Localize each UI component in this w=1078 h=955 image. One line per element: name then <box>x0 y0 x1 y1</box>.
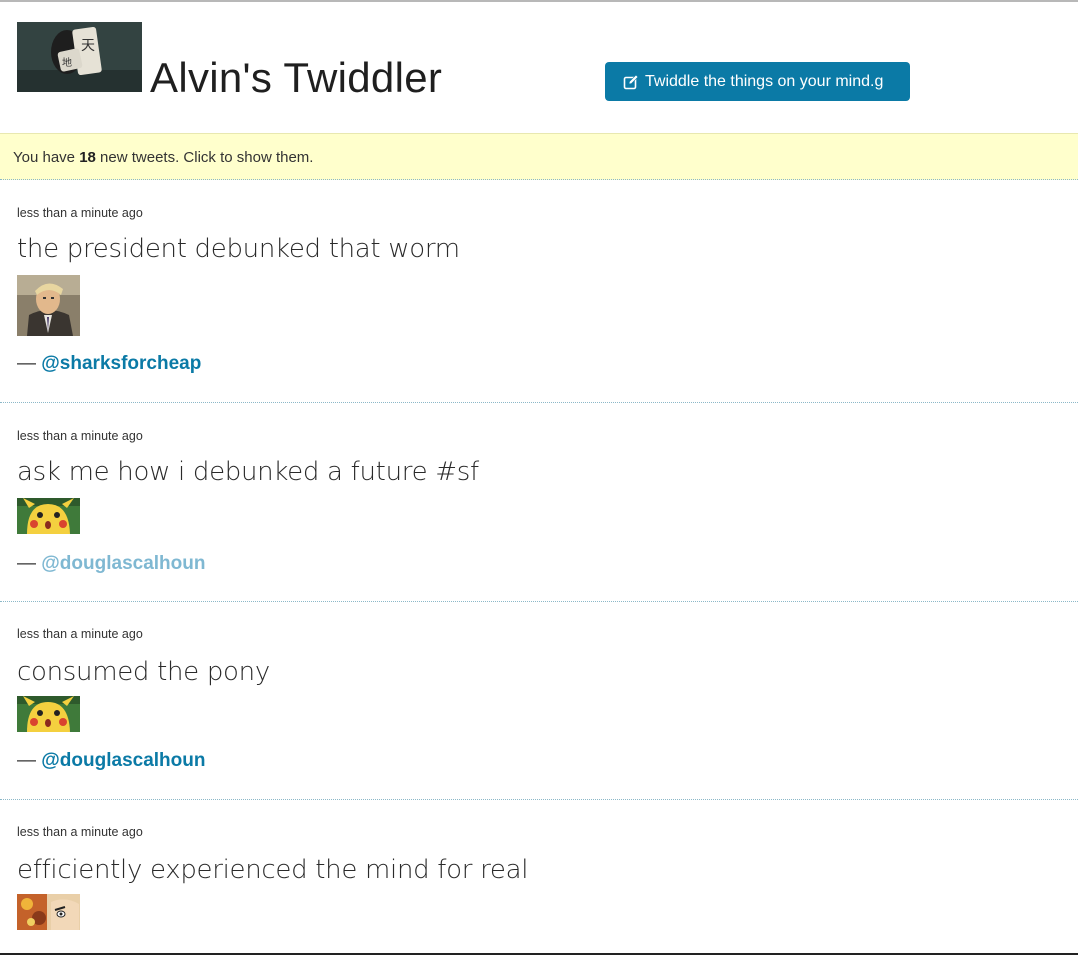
tweet-text: consumed the pony <box>17 657 270 687</box>
svg-text:地: 地 <box>62 56 72 69</box>
new-tweets-banner[interactable]: You have 18 new tweets. Click to show th… <box>0 133 1078 180</box>
compose-button-label: Twiddle the things on your mind.g <box>645 72 884 90</box>
author-link[interactable]: @douglascalhoun <box>41 553 205 574</box>
tweet: less than a minute ago consumed the pony… <box>0 602 1078 800</box>
banner-suffix: new tweets. Click to show them. <box>95 149 314 166</box>
header: 天 地 Alvin's Twiddler Twiddle the things … <box>0 2 1078 133</box>
tweet-author-line: — @douglascalhoun <box>17 750 206 771</box>
svg-text:天: 天 <box>81 38 95 54</box>
tweet-text: the president debunked that worm <box>17 234 460 264</box>
tweet: less than a minute ago ask me how i debu… <box>0 403 1078 602</box>
author-avatar <box>17 498 80 534</box>
page-title: Alvin's Twiddler <box>150 54 443 101</box>
logo-image: 天 地 <box>17 22 142 92</box>
tweet-author-line: — @sharksforcheap <box>17 353 202 374</box>
tweet-author-line: — @douglascalhoun <box>17 553 206 574</box>
tweet: less than a minute ago the president deb… <box>0 180 1078 403</box>
tweet-timestamp: less than a minute ago <box>17 627 143 641</box>
tweet: less than a minute ago efficiently exper… <box>0 800 1078 953</box>
tweet-timestamp: less than a minute ago <box>17 825 143 839</box>
tweet-text: ask me how i debunked a future #sf <box>17 457 479 487</box>
tweet-timestamp: less than a minute ago <box>17 429 143 443</box>
author-avatar <box>17 696 80 732</box>
author-avatar <box>17 894 80 930</box>
banner-prefix: You have <box>13 149 80 166</box>
tweet-timestamp: less than a minute ago <box>17 206 143 220</box>
new-tweet-count: 18 <box>79 149 96 166</box>
tweet-text: efficiently experienced the mind for rea… <box>17 855 529 885</box>
author-link[interactable]: @douglascalhoun <box>41 750 205 771</box>
author-link[interactable]: @sharksforcheap <box>41 353 201 374</box>
edit-icon <box>623 74 639 89</box>
author-avatar <box>17 275 80 336</box>
compose-tweet-button[interactable]: Twiddle the things on your mind.g <box>605 62 910 101</box>
